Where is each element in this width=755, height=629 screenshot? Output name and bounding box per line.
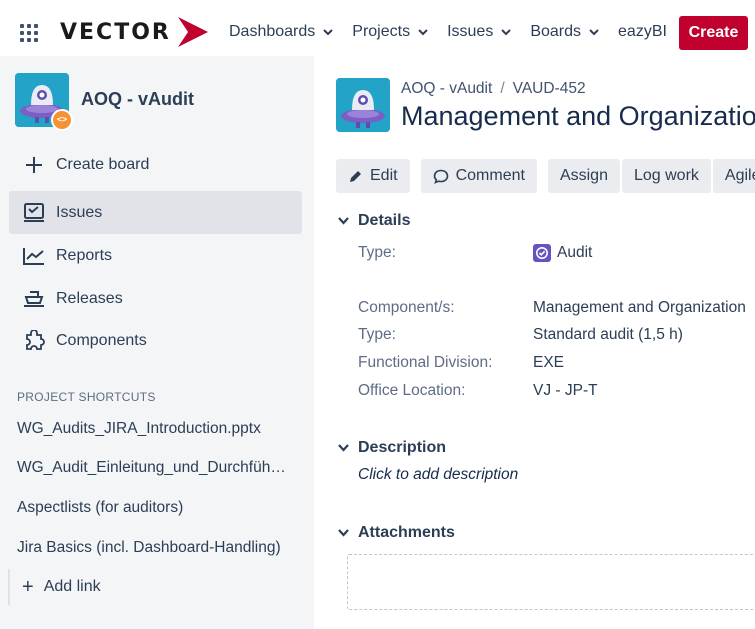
nav-issues-label: Issues	[447, 23, 494, 40]
nav-boards-label: Boards	[530, 23, 582, 40]
breadcrumb-separator: /	[500, 80, 505, 97]
sidebar-item-issues[interactable]: Issues	[9, 191, 302, 234]
breadcrumb-project[interactable]: AOQ - vAudit	[401, 80, 492, 98]
releases-icon	[21, 286, 47, 312]
issue-view: AOQ - vAudit / VAUD-452 Management and O…	[314, 56, 755, 629]
sidebar-item-components[interactable]: Components	[9, 319, 302, 362]
top-navigation-bar: VECTOR Dashboards Projects Issues Boards…	[0, 0, 755, 64]
main-nav: Dashboards Projects Issues Boards eazyBI	[229, 23, 686, 41]
issue-toolbar: Edit Comment Assign Log work Agile	[336, 159, 755, 193]
agile-button[interactable]: Agile	[712, 159, 755, 193]
comment-button[interactable]: Comment	[420, 159, 537, 193]
app-switcher-icon[interactable]	[20, 24, 38, 42]
pencil-icon	[348, 169, 363, 184]
audit-type-icon	[533, 244, 551, 262]
shortcut-link[interactable]: WG_Audits_JIRA_Introduction.pptx	[17, 420, 287, 438]
chevron-down-icon	[336, 217, 350, 225]
shortcut-link[interactable]: Jira Basics (incl. Dashboard-Handling)	[17, 539, 287, 557]
add-link-button[interactable]: + Add link	[8, 569, 101, 605]
nav-issues[interactable]: Issues	[447, 23, 512, 41]
components-field-value[interactable]: Management and Organization	[533, 299, 746, 317]
office-location-label: Office Location:	[358, 382, 466, 399]
edit-button-label: Edit	[370, 167, 398, 184]
sidebar-item-label: Create board	[56, 155, 150, 173]
logo-text: VECTOR	[60, 19, 171, 45]
attachments-section-toggle[interactable]: Attachments	[336, 524, 455, 542]
type-value-text: Audit	[557, 244, 593, 261]
nav-boards[interactable]: Boards	[530, 23, 599, 41]
chevron-down-icon	[323, 28, 333, 35]
issues-icon	[21, 200, 47, 226]
comment-icon	[433, 169, 449, 184]
sidebar-item-label: Releases	[56, 289, 123, 307]
nav-eazybi-label: eazyBI	[618, 23, 667, 40]
sidebar-item-label: Components	[56, 331, 147, 349]
nav-projects-label: Projects	[352, 23, 411, 40]
assign-button[interactable]: Assign	[547, 159, 620, 193]
sidebar-item-label: Reports	[56, 246, 113, 264]
description-heading: Description	[358, 439, 447, 456]
functional-division-label: Functional Division:	[358, 354, 493, 371]
sidebar-item-label: Issues	[56, 203, 103, 221]
puzzle-icon	[21, 328, 47, 354]
chevron-down-icon	[418, 28, 428, 35]
sidebar-item-releases[interactable]: Releases	[9, 277, 302, 320]
project-shortcuts-heading: PROJECT SHORTCUTS	[17, 390, 156, 404]
project-name[interactable]: AOQ - vAudit	[81, 89, 194, 110]
type-field-value: Audit	[533, 244, 592, 262]
sidebar-item-reports[interactable]: Reports	[9, 234, 302, 277]
edit-button[interactable]: Edit	[336, 159, 410, 193]
project-type-badge-icon: <>	[51, 109, 73, 131]
chevron-down-icon	[336, 529, 350, 537]
project-sidebar: <> AOQ - vAudit Create board Issues Repo…	[0, 56, 314, 629]
attachments-heading: Attachments	[358, 524, 455, 541]
sidebar-item-create-board[interactable]: Create board	[9, 143, 302, 186]
nav-dashboards-label: Dashboards	[229, 23, 316, 40]
plus-icon	[21, 152, 47, 178]
chevron-down-icon	[336, 444, 350, 452]
comment-button-label: Comment	[455, 167, 525, 184]
office-location-value[interactable]: VJ - JP-T	[533, 382, 598, 400]
breadcrumb-issue-key[interactable]: VAUD-452	[513, 80, 586, 98]
create-button[interactable]: Create	[679, 16, 748, 50]
breadcrumb: AOQ - vAudit / VAUD-452	[401, 80, 586, 98]
log-work-button[interactable]: Log work	[621, 159, 711, 193]
description-section-toggle[interactable]: Description	[336, 439, 446, 457]
add-link-label: Add link	[43, 578, 101, 595]
nav-projects[interactable]: Projects	[352, 23, 428, 41]
shortcut-link[interactable]: Aspectlists (for auditors)	[17, 499, 287, 517]
shortcut-link[interactable]: WG_Audit_Einleitung_und_Durchführung	[17, 459, 287, 477]
logo-arrow-icon	[177, 17, 208, 47]
description-placeholder[interactable]: Click to add description	[358, 466, 518, 484]
chevron-down-icon	[589, 28, 599, 35]
ufo-avatar-icon	[336, 78, 390, 132]
details-section-toggle[interactable]: Details	[336, 212, 410, 230]
type-field-label: Type:	[358, 244, 396, 261]
chevron-down-icon	[501, 28, 512, 35]
nav-dashboards[interactable]: Dashboards	[229, 23, 333, 41]
functional-division-value[interactable]: EXE	[533, 354, 564, 372]
attachments-dropzone[interactable]	[347, 554, 755, 610]
details-heading: Details	[358, 212, 411, 229]
audit-type-field-value[interactable]: Standard audit (1,5 h)	[533, 326, 683, 344]
components-field-label: Component/s:	[358, 299, 455, 316]
plus-icon: +	[22, 575, 34, 598]
nav-eazybi[interactable]: eazyBI	[618, 23, 667, 41]
issue-summary[interactable]: Management and Organization	[401, 101, 755, 132]
reports-icon	[21, 243, 47, 269]
vector-logo[interactable]: VECTOR	[60, 14, 209, 50]
audit-type-field-label: Type:	[358, 326, 396, 343]
issue-project-avatar[interactable]	[336, 78, 390, 132]
